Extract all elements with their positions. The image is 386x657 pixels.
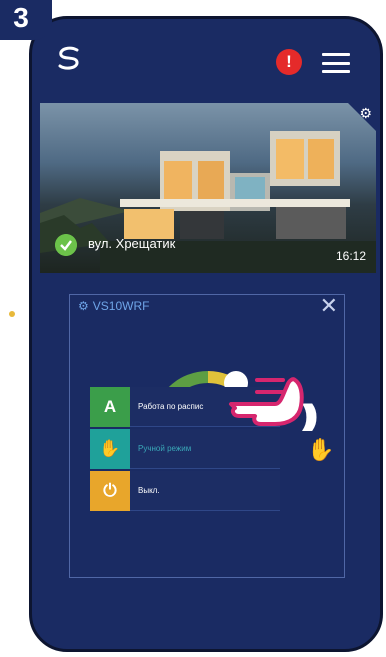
location-card[interactable]: ⚙ вул. Хрещатик 16:12 — [40, 103, 376, 273]
pointer-hand-icon — [229, 377, 304, 426]
menu-icon[interactable] — [322, 53, 350, 73]
location-address: вул. Хрещатик — [88, 236, 176, 251]
phone-screen: ! ⚙ вул. Хрещатик 16:12 ⚙ VS10WRF ✕))) … — [29, 16, 383, 652]
device-panel: ⚙ VS10WRF ✕ ))) ✋ A Работа по распис ✋ Ру… — [69, 293, 345, 578]
mode-label: Выкл. — [130, 471, 280, 511]
app-header: ! — [32, 19, 380, 97]
mode-item-manual[interactable]: ✋ Ручной режим — [90, 429, 280, 469]
manual-icon: ✋ — [90, 429, 130, 469]
gear-icon: ⚙ — [78, 299, 89, 313]
device-name: VS10WRF — [92, 299, 150, 313]
hand-icon[interactable]: ✋ — [307, 437, 334, 463]
mode-item-off[interactable]: ⏻ Выкл. — [90, 471, 280, 511]
mode-label: Ручной режим — [130, 429, 280, 469]
device-title[interactable]: ⚙ VS10WRF — [78, 299, 149, 313]
bullet-dot — [9, 311, 15, 317]
close-icon[interactable]: ✕ — [320, 293, 338, 319]
logo-icon[interactable] — [52, 41, 86, 75]
step-badge: 3 — [0, 0, 52, 40]
power-icon: ⏻ — [90, 471, 130, 511]
alert-icon[interactable]: ! — [276, 49, 302, 75]
schedule-icon: A — [90, 387, 130, 427]
check-icon — [55, 234, 77, 256]
step-number: 3 — [13, 2, 29, 33]
location-time: 16:12 — [335, 249, 366, 263]
